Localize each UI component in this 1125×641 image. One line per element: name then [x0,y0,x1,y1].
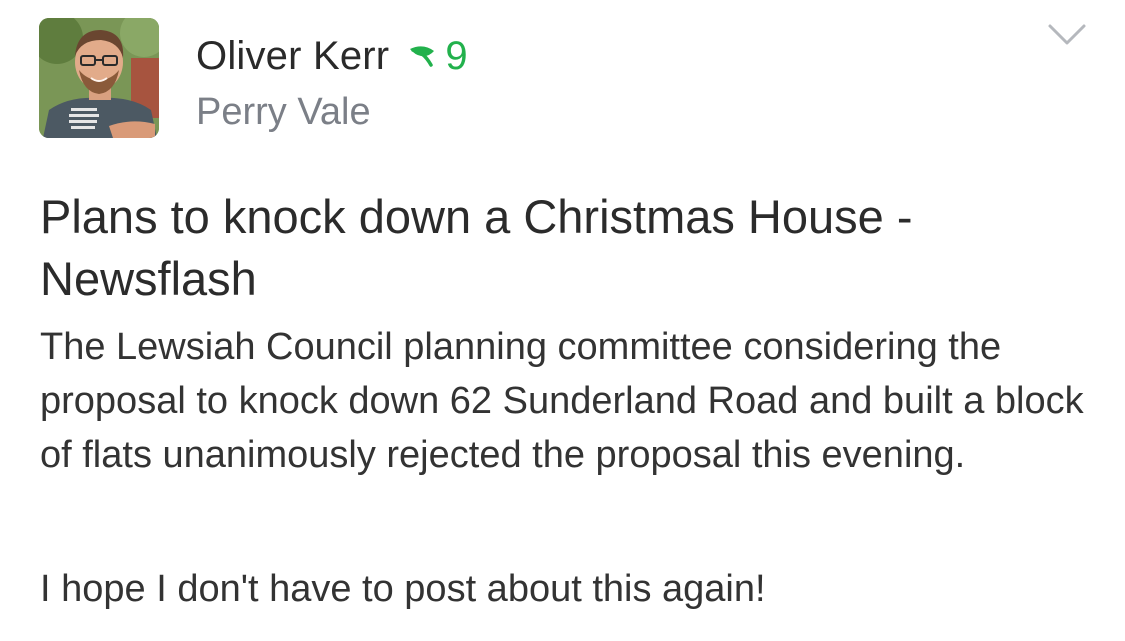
author-name[interactable]: Oliver Kerr [196,30,389,82]
post-body-paragraph: The Lewsiah Council planning committee c… [40,326,1084,476]
karma-count: 9 [445,34,468,78]
chevron-down-icon[interactable] [1046,20,1088,50]
author-line: Oliver Kerr 9 [196,30,468,82]
post-body-paragraph: I hope I don't have to post about this a… [40,568,766,610]
author-info: Oliver Kerr 9 Perry Vale [196,30,468,138]
avatar-photo [39,18,159,138]
author-neighbourhood[interactable]: Perry Vale [196,86,468,138]
leaf-icon [407,41,437,71]
author-avatar[interactable] [39,18,159,138]
post-title: Plans to knock down a Christmas House - … [40,190,913,305]
post-card: Oliver Kerr 9 Perry Vale Plans to knock … [0,0,1125,641]
